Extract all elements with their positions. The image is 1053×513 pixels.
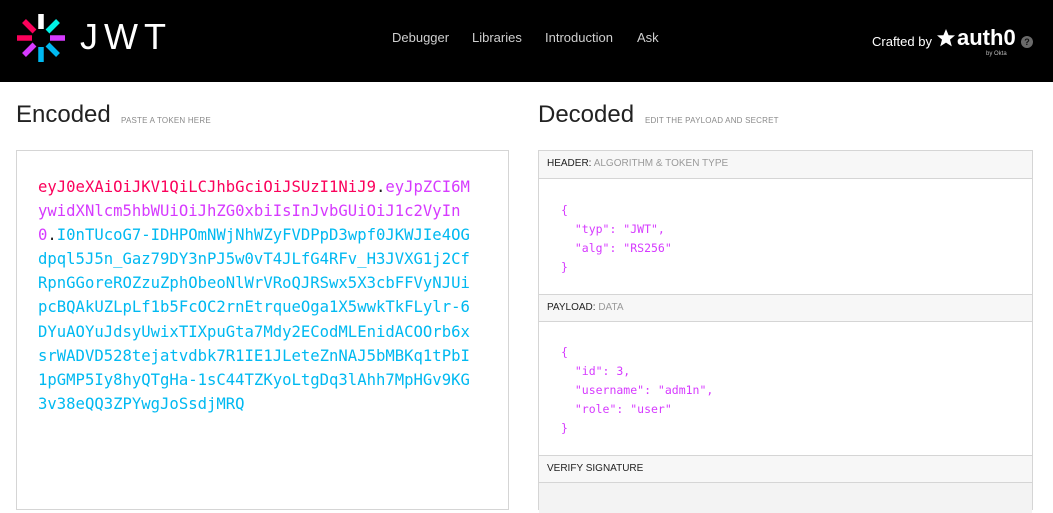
help-icon[interactable]: ? (1021, 36, 1033, 48)
verify-signature-area[interactable] (539, 483, 1032, 513)
header-sublabel: ALGORITHM & TOKEN TYPE (593, 158, 729, 169)
header-label: HEADER: (547, 158, 592, 169)
payload-section-bar: PAYLOAD: DATA (539, 294, 1032, 322)
nav-ask[interactable]: Ask (637, 30, 659, 45)
verify-signature-bar: VERIFY SIGNATURE (539, 455, 1032, 483)
encoded-hint: PASTE A TOKEN HERE (121, 116, 211, 125)
top-navbar: JWT Debugger Libraries Introduction Ask … (0, 0, 1053, 82)
verify-signature-label: VERIFY SIGNATURE (547, 463, 644, 474)
payload-label: PAYLOAD: (547, 302, 596, 313)
header-section-bar: HEADER: ALGORITHM & TOKEN TYPE (539, 151, 1032, 179)
token-text[interactable]: eyJ0eXAiOiJKV1QiLCJhbGciOiJSUzI1NiJ9.eyJ… (38, 175, 478, 416)
nav-debugger[interactable]: Debugger (392, 30, 449, 45)
token-signature-part: I0nTUcoG7-IDHPOmNWjNhWZyFVDPpD3wpf0JKWJI… (38, 226, 470, 413)
header-json-editor[interactable]: { "typ": "JWT", "alg": "RS256" } (561, 201, 672, 277)
token-dot: . (47, 226, 57, 245)
auth0-wordmark: auth0 (957, 25, 1016, 50)
decoded-panel: HEADER: ALGORITHM & TOKEN TYPE { "typ": … (538, 150, 1033, 513)
nav-libraries[interactable]: Libraries (472, 30, 522, 45)
decoded-title: Decoded (538, 101, 635, 128)
auth0-logo[interactable]: auth0 by Okta (936, 26, 1016, 62)
decoded-hint: EDIT THE PAYLOAD AND SECRET (645, 116, 779, 125)
payload-json-editor[interactable]: { "id": 3, "username": "adm1n", "role": … (561, 343, 713, 438)
token-header-part: eyJ0eXAiOiJKV1QiLCJhbGciOiJSUzI1NiJ9 (38, 178, 376, 196)
by-okta-label: by Okta (986, 51, 1007, 57)
encoded-title: Encoded (16, 101, 111, 128)
crafted-by-label: Crafted by (872, 34, 932, 49)
encoded-token-editor[interactable]: eyJ0eXAiOiJKV1QiLCJhbGciOiJSUzI1NiJ9.eyJ… (16, 150, 509, 510)
auth0-star-icon (937, 29, 955, 47)
token-dot: . (375, 178, 386, 196)
nav-introduction[interactable]: Introduction (545, 30, 613, 45)
payload-sublabel: DATA (598, 302, 624, 313)
